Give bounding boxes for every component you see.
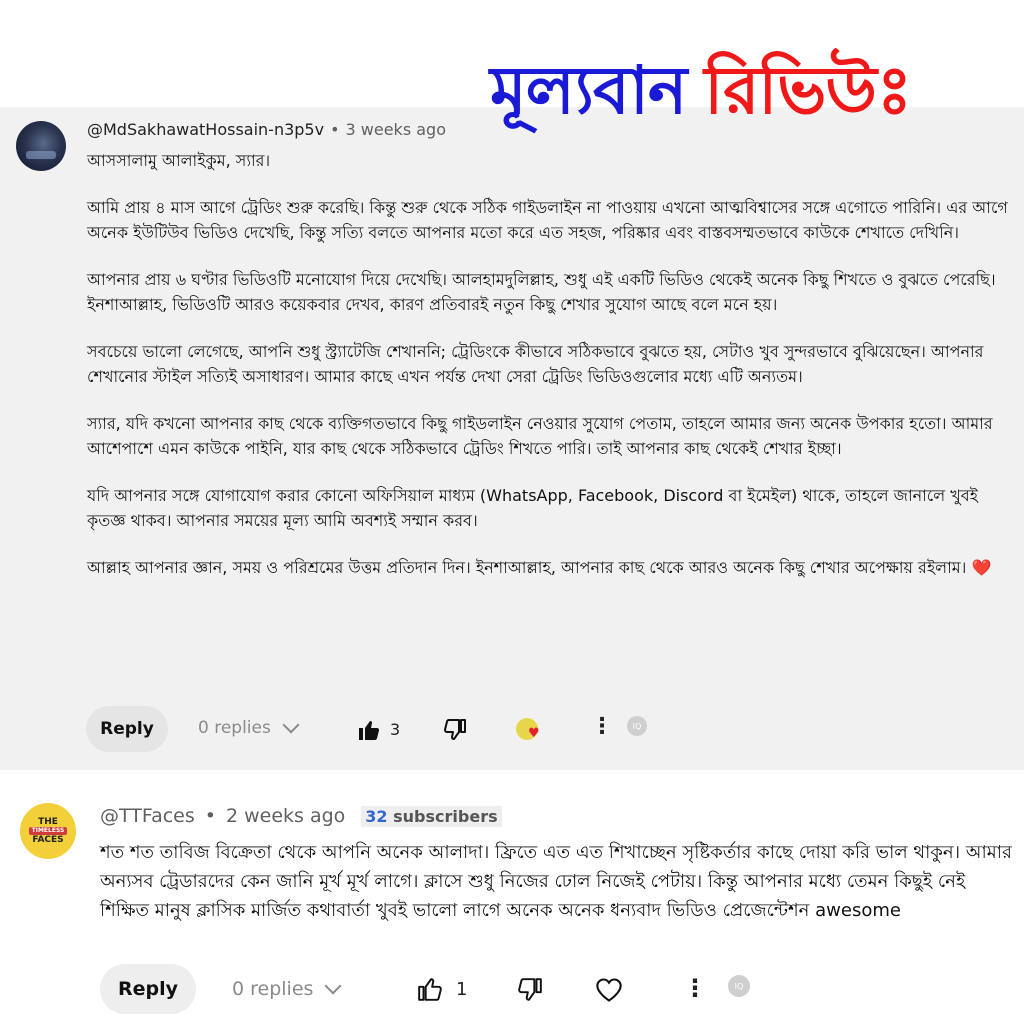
comment-actions: Reply 0 replies 1 ⋮ IQ	[100, 964, 760, 1014]
creator-heart-icon	[516, 718, 540, 741]
separator-dot: •	[330, 120, 340, 139]
comment-paragraph-last: আল্লাহ আপনার জ্ঞান, সময় ও পরিশ্রমের উত্…	[87, 555, 1012, 580]
comment-paragraph: সবচেয়ে ভালো লেগেছে, আপনি শুধু স্ট্র্যাট…	[87, 342, 984, 386]
like-count: 3	[390, 720, 401, 739]
like-icon[interactable]	[356, 717, 382, 743]
comment-paragraph: আমি প্রায় ৪ মাস আগে ট্রেডিং শুরু করেছি।…	[87, 198, 1008, 242]
comment-paragraph-text: আল্লাহ আপনার জ্ঞান, সময় ও পরিশ্রমের উত্…	[87, 558, 967, 577]
subscriber-badge: 32 subscribers	[361, 805, 502, 827]
author-handle[interactable]: @TTFaces	[100, 805, 195, 827]
separator-dot: •	[204, 805, 216, 827]
chevron-down-icon	[282, 716, 300, 734]
heart-icon: ❤️	[971, 558, 992, 577]
comment-paragraph: স্যার, যদি কখনো আপনার কাছ থেকে ব্যক্তিগত…	[87, 414, 993, 458]
translate-badge-icon[interactable]: IQ	[627, 716, 647, 736]
chevron-down-icon	[324, 977, 342, 995]
comment-paragraph: আপনার প্রায় ৬ ঘণ্টার ভিডিওটি মনোযোগ দিয…	[87, 270, 996, 314]
avatar[interactable]	[16, 121, 66, 171]
heart-icon[interactable]	[594, 975, 624, 1005]
timestamp[interactable]: 2 weeks ago	[226, 805, 345, 827]
replies-count-label: 0 replies	[232, 978, 314, 1000]
subscriber-label: subscribers	[393, 806, 498, 826]
view-replies-button[interactable]: 0 replies	[198, 716, 300, 738]
reply-button[interactable]: Reply	[100, 964, 196, 1014]
comment-paragraph: আসসালামু আলাইকুম, স্যার।	[87, 151, 271, 170]
dislike-icon[interactable]	[516, 976, 544, 1004]
view-replies-button[interactable]: 0 replies	[232, 977, 342, 1000]
banner-title: মূল্যবান রিভিউঃ	[490, 40, 912, 150]
comment-meta: @MdSakhawatHossain-n3p5v • 3 weeks ago	[87, 120, 446, 139]
subscriber-count: 32	[365, 806, 388, 826]
more-icon[interactable]: ⋮	[683, 974, 707, 1002]
more-icon[interactable]: ⋮	[591, 714, 613, 739]
comment-actions: Reply 0 replies 3 ⋮ IQ	[86, 706, 746, 752]
comment-body: শত শত তাবিজ বিক্রেতা থেকে আপনি অনেক আলাদ…	[100, 842, 1012, 921]
dislike-icon[interactable]	[442, 717, 468, 743]
comment-paragraph: যদি আপনার সঙ্গে যোগাযোগ করার কোনো অফিসিয…	[87, 486, 978, 530]
avatar-text-top: THE	[38, 817, 58, 827]
avatar[interactable]: THE TIMELESS FACES	[20, 803, 76, 859]
author-handle[interactable]: @MdSakhawatHossain-n3p5v	[87, 120, 324, 139]
replies-count-label: 0 replies	[198, 718, 271, 738]
reply-button[interactable]: Reply	[86, 706, 168, 752]
banner-word-1: মূল্যবান	[490, 52, 687, 129]
like-icon[interactable]	[416, 975, 444, 1003]
avatar-text-mid: TIMELESS	[28, 827, 68, 835]
avatar-text-bottom: FACES	[32, 835, 64, 845]
comment-body: আসসালামু আলাইকুম, স্যার। আমি প্রায় ৪ মা…	[87, 148, 1012, 602]
like-count: 1	[456, 979, 468, 1000]
timestamp[interactable]: 3 weeks ago	[346, 120, 446, 139]
translate-badge-icon[interactable]: IQ	[728, 975, 750, 997]
banner-word-2: রিভিউঃ	[704, 52, 912, 129]
comment-meta: @TTFaces • 2 weeks ago 32 subscribers	[100, 805, 502, 827]
